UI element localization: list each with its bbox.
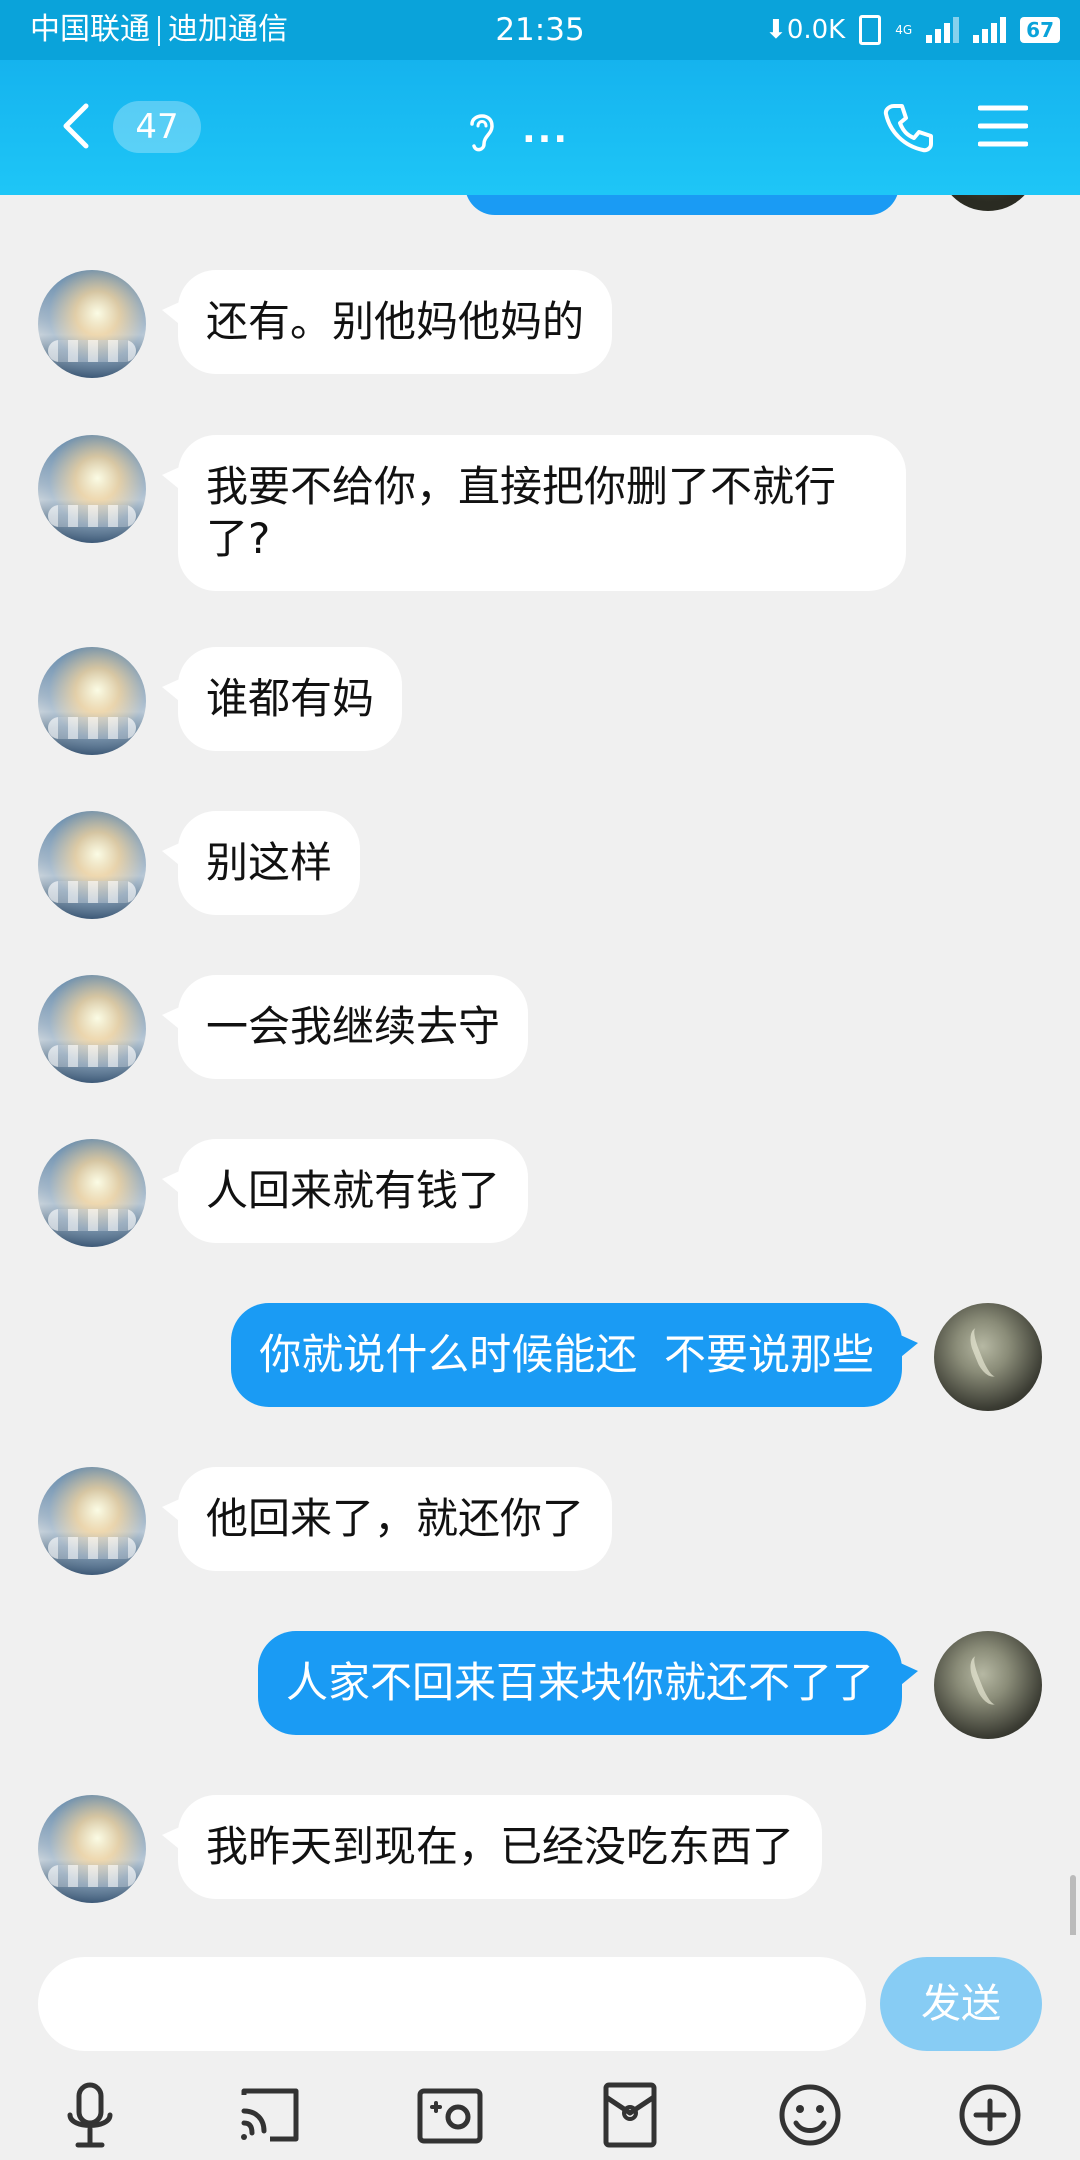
signal-icon bbox=[926, 17, 960, 43]
sent-message-bubble[interactable]: 你就说什么时候能还 不要说那些 bbox=[231, 1303, 918, 1407]
partial-avatar bbox=[938, 195, 1038, 211]
partial-message-bubble bbox=[465, 195, 899, 215]
my-avatar[interactable] bbox=[934, 1631, 1042, 1739]
scrollbar[interactable] bbox=[1070, 1875, 1076, 1935]
status-icons: ⬇0.0K 4G 67 bbox=[765, 10, 1060, 50]
received-message-bubble[interactable]: 我要不给你，直接把你删了不就行了? bbox=[162, 435, 906, 591]
back-icon[interactable] bbox=[52, 98, 108, 154]
plus-icon[interactable] bbox=[950, 2075, 1030, 2155]
message-list[interactable]: 还有。别他妈他妈的 我要不给你，直接把你删了不就行了? 谁都有妈 别这样 一会我… bbox=[0, 195, 1080, 1935]
contact-avatar[interactable] bbox=[38, 647, 146, 755]
microphone-icon[interactable] bbox=[50, 2075, 130, 2155]
received-message-bubble[interactable]: 我昨天到现在，已经没吃东西了 bbox=[161, 1795, 823, 1899]
received-message-bubble[interactable]: 谁都有妈 bbox=[161, 647, 403, 751]
status-bar: 中国联通 迪加通信 21:35 ⬇0.0K 4G 67 bbox=[0, 0, 1080, 60]
page-title: ... bbox=[522, 109, 570, 151]
red-packet-icon[interactable] bbox=[590, 2075, 670, 2155]
input-toolbar bbox=[0, 2075, 1080, 2155]
received-message-bubble[interactable]: 别这样 bbox=[161, 811, 361, 915]
chat-title[interactable]: ... bbox=[462, 106, 569, 154]
emoji-icon[interactable] bbox=[770, 2075, 850, 2155]
received-message-bubble[interactable]: 一会我继续去守 bbox=[161, 975, 529, 1079]
received-message-bubble[interactable]: 还有。别他妈他妈的 bbox=[161, 270, 613, 374]
contact-avatar[interactable] bbox=[38, 1795, 146, 1903]
lte-label: 4G bbox=[895, 23, 913, 37]
menu-icon[interactable] bbox=[978, 104, 1028, 148]
contact-avatar[interactable] bbox=[38, 975, 146, 1083]
battery-icon: 67 bbox=[1020, 17, 1060, 43]
unread-count-badge[interactable]: 47 bbox=[113, 101, 201, 153]
contact-avatar[interactable] bbox=[38, 811, 146, 919]
sent-message-bubble[interactable]: 人家不回来百来块你就还不了了 bbox=[257, 1631, 919, 1735]
download-speed: ⬇0.0K bbox=[765, 15, 846, 45]
received-message-bubble[interactable]: 人回来就有钱了 bbox=[161, 1139, 529, 1243]
contact-avatar[interactable] bbox=[38, 270, 146, 378]
photo-icon[interactable] bbox=[410, 2075, 490, 2155]
screen-cast-icon[interactable] bbox=[230, 2075, 310, 2155]
phone-icon[interactable] bbox=[880, 100, 936, 156]
received-message-bubble[interactable]: 他回来了，就还你了 bbox=[161, 1467, 613, 1571]
contact-avatar[interactable] bbox=[38, 1139, 146, 1247]
contact-avatar[interactable] bbox=[38, 1467, 146, 1575]
chat-header: 47 ... bbox=[0, 60, 1080, 195]
my-avatar[interactable] bbox=[934, 1303, 1042, 1411]
input-area: 发送 bbox=[0, 1935, 1080, 2160]
contact-avatar[interactable] bbox=[38, 435, 146, 543]
send-button[interactable]: 发送 bbox=[880, 1957, 1042, 2051]
signal-icon-2 bbox=[973, 17, 1007, 43]
vibrate-icon bbox=[859, 15, 882, 45]
message-input[interactable] bbox=[38, 1957, 866, 2051]
ear-icon bbox=[470, 114, 494, 152]
